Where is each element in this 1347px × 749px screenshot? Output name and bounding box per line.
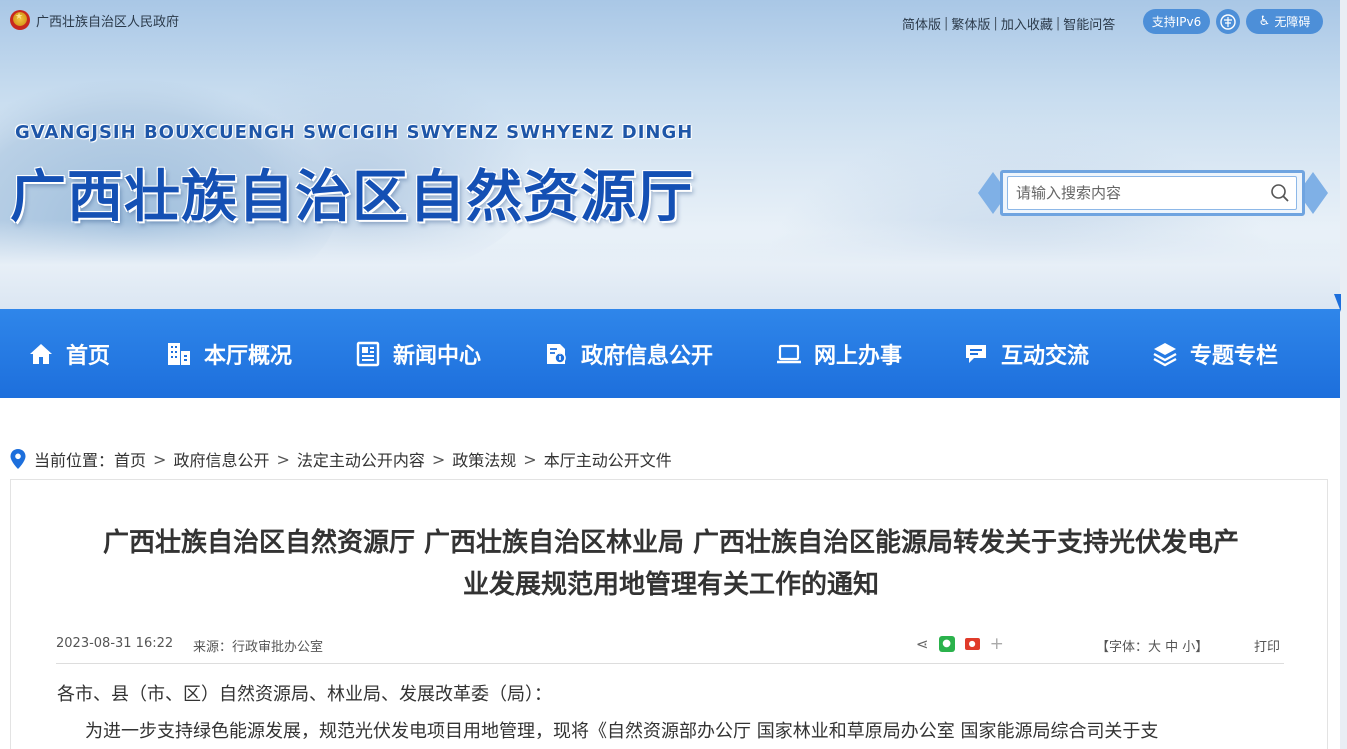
article-title-line2: 业发展规范用地管理有关工作的通知	[462, 570, 879, 600]
info-doc-icon	[547, 343, 566, 364]
main-nav: 首页 本厅概况 新闻中心 政府信息公开 网上办事 互动交流 专题专栏	[0, 309, 1340, 398]
nav-item-special-topics[interactable]: 专题专栏	[1152, 309, 1278, 398]
accessibility-label: 无障碍	[1274, 15, 1311, 29]
breadcrumb: 当前位置： 首页 > 政府信息公开 > 法定主动公开内容 > 政策法规 > 本厅…	[10, 447, 672, 471]
language-icon	[1220, 13, 1236, 30]
accessibility-button[interactable]: ♿ 无障碍	[1246, 9, 1323, 34]
breadcrumb-separator: >	[523, 449, 537, 469]
nav-item-interaction[interactable]: 互动交流	[963, 309, 1089, 398]
breadcrumb-policies[interactable]: 政策法规	[452, 447, 516, 471]
site-name-chinese[interactable]: 广西壮族自治区自然资源厅	[10, 152, 694, 233]
location-pin-icon	[10, 449, 26, 469]
breadcrumb-separator: >	[276, 449, 290, 469]
building-icon	[168, 342, 190, 365]
more-share-icon[interactable]: +	[990, 634, 1004, 654]
nav-item-label: 首页	[66, 343, 111, 369]
breadcrumb-home[interactable]: 首页	[114, 447, 146, 471]
layers-icon	[1153, 342, 1177, 366]
search-icon[interactable]	[1270, 183, 1290, 203]
font-size-selector[interactable]: 【字体：大 中 小】	[1096, 636, 1208, 655]
weibo-icon[interactable]: ●	[964, 638, 980, 650]
add-favorite-link[interactable]: 加入收藏	[1001, 14, 1053, 33]
search-input[interactable]: 请输入搜索内容	[1007, 176, 1297, 210]
separator: |	[1055, 16, 1061, 31]
publish-date: 2023-08-31 16:22	[56, 636, 174, 651]
window-edge	[1334, 0, 1347, 749]
article-title-line1: 广西壮族自治区自然资源厅 广西壮族自治区林业局 广西壮族自治区能源局转发关于支持…	[102, 528, 1240, 558]
wechat-icon[interactable]: ●	[938, 636, 955, 652]
share-bar: ⋖ ● ● +	[916, 634, 1014, 654]
separator: |	[944, 16, 949, 31]
header-banner: 广西壮族自治区人民政府 简体版 | 繁体版 | 加入收藏 | 智能问答 支持IP…	[0, 0, 1340, 310]
gov-portal-label: 广西壮族自治区人民政府	[36, 14, 180, 30]
share-icon[interactable]: ⋖	[916, 635, 929, 653]
nav-item-label: 专题专栏	[1190, 343, 1279, 369]
article-paragraph: 各市、县（市、区）自然资源局、林业局、发展改革委（局）：	[57, 684, 552, 705]
gov-portal-link[interactable]: 广西壮族自治区人民政府	[10, 10, 179, 30]
traditional-chinese-link[interactable]: 繁体版	[951, 14, 990, 33]
article-meta: 2023-08-31 16:22 来源：行政审批办公室 ⋖ ● ● + 【字体：…	[56, 634, 1284, 664]
nav-item-overview[interactable]: 本厅概况	[166, 309, 292, 398]
breadcrumb-separator: >	[153, 449, 167, 469]
nav-item-label: 互动交流	[1001, 343, 1090, 369]
nav-item-news[interactable]: 新闻中心	[355, 309, 481, 398]
search-area: 请输入搜索内容	[978, 168, 1328, 218]
breadcrumb-separator: >	[431, 449, 446, 469]
national-emblem-icon	[10, 10, 30, 30]
nav-item-label: 本厅概况	[204, 343, 293, 369]
banner-mist	[0, 220, 1340, 310]
top-links: 简体版 | 繁体版 | 加入收藏 | 智能问答	[902, 14, 1115, 33]
simplified-chinese-link[interactable]: 简体版	[902, 14, 941, 33]
nav-item-label: 网上办事	[814, 343, 903, 369]
laptop-icon	[777, 344, 801, 363]
nav-item-home[interactable]: 首页	[28, 309, 110, 398]
chat-icon	[966, 344, 986, 363]
minority-language-button[interactable]	[1216, 9, 1240, 34]
top-bar: 广西壮族自治区人民政府 简体版 | 繁体版 | 加入收藏 | 智能问答 支持IP…	[0, 0, 1340, 44]
breadcrumb-gov-info[interactable]: 政府信息公开	[173, 447, 269, 471]
separator: |	[993, 16, 998, 31]
nav-item-label: 新闻中心	[393, 343, 482, 369]
home-icon	[30, 343, 52, 364]
nav-item-gov-info[interactable]: 政府信息公开	[543, 309, 713, 398]
article-source: 来源：行政审批办公室	[193, 640, 324, 655]
breadcrumb-dept-documents[interactable]: 本厅主动公开文件	[544, 447, 672, 471]
nav-item-online-service[interactable]: 网上办事	[776, 309, 902, 398]
smart-qa-link[interactable]: 智能问答	[1063, 14, 1115, 33]
breadcrumb-statutory-disclosure[interactable]: 法定主动公开内容	[297, 447, 425, 471]
article-paragraph: 为进一步支持绿色能源发展，规范光伏发电项目用地管理，现将《自然资源部办公厅 国家…	[85, 721, 1159, 742]
article-title: 广西壮族自治区自然资源厅 广西壮族自治区林业局 广西壮族自治区能源局转发关于支持…	[46, 522, 1296, 606]
print-button[interactable]: 打印	[1254, 636, 1280, 655]
wheelchair-icon: ♿	[1258, 14, 1271, 29]
breadcrumb-prefix: 当前位置：	[34, 451, 115, 470]
article-panel: 广西壮族自治区自然资源厅 广西壮族自治区林业局 广西壮族自治区能源局转发关于支持…	[10, 479, 1328, 749]
search-box: 请输入搜索内容	[1000, 170, 1305, 216]
nav-item-label: 政府信息公开	[581, 343, 714, 369]
newspaper-icon	[356, 341, 380, 366]
site-name-zhuang: GVANGJSIH BOUXCUENGH SWCIGIH SWYENZ SWHY…	[15, 122, 694, 143]
ipv6-badge[interactable]: 支持IPv6	[1143, 9, 1210, 34]
